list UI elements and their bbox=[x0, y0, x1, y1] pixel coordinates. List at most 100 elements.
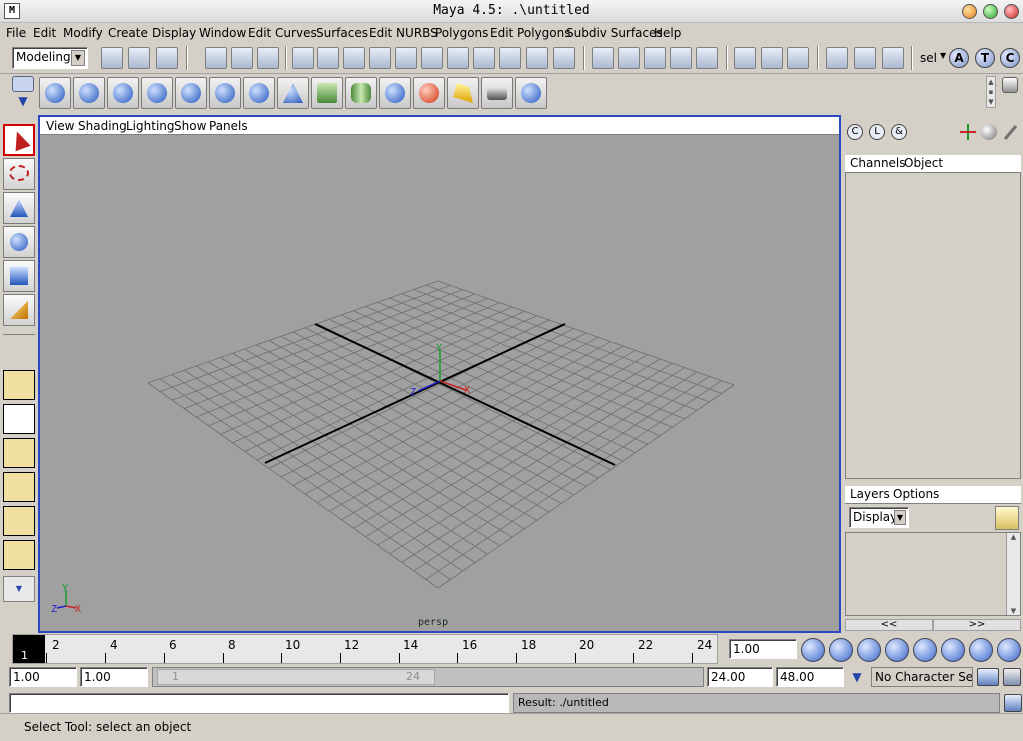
command-line-input[interactable] bbox=[9, 693, 509, 713]
hypergraph-perspective-layout-icon[interactable] bbox=[3, 506, 35, 536]
step-forward-frame-icon[interactable] bbox=[969, 638, 993, 662]
script-editor-icon[interactable] bbox=[1004, 694, 1022, 712]
end-time-field[interactable]: 48.00 bbox=[776, 667, 844, 687]
snap-curve-icon[interactable] bbox=[618, 47, 640, 69]
time-slider[interactable]: 1 2 4 6 8 10 12 14 16 18 20 22 24 bbox=[12, 634, 718, 664]
menu-set-dropdown[interactable]: Modeling ▼ bbox=[12, 47, 88, 69]
panel-menu-view[interactable]: View bbox=[46, 119, 74, 133]
select-rendering-icon[interactable] bbox=[473, 47, 495, 69]
range-slider[interactable]: 1 24 bbox=[152, 667, 704, 687]
menu-modify[interactable]: Modify bbox=[63, 26, 103, 40]
mask-menu-icon[interactable] bbox=[292, 47, 314, 69]
range-slider-thumb[interactable]: 1 24 bbox=[157, 669, 435, 685]
start-time-field[interactable]: 1.00 bbox=[9, 667, 77, 687]
layers-menu[interactable]: Layers bbox=[850, 487, 890, 501]
perspective-graph-hypergraph-layout-icon[interactable] bbox=[3, 540, 35, 570]
step-back-key-icon[interactable] bbox=[857, 638, 881, 662]
channel-box-body[interactable] bbox=[845, 173, 1021, 479]
loft-icon[interactable] bbox=[141, 77, 173, 109]
rebuild-curve-icon[interactable] bbox=[39, 77, 71, 109]
shelf-menu-icon[interactable]: ▼ bbox=[12, 94, 34, 108]
menu-create[interactable]: Create bbox=[108, 26, 148, 40]
panel-menu-show[interactable]: Show bbox=[174, 119, 206, 133]
menu-polygons[interactable]: Polygons bbox=[435, 26, 488, 40]
reverse-curve-icon[interactable] bbox=[73, 77, 105, 109]
chevron-down-icon[interactable]: ▼ bbox=[3, 576, 35, 602]
select-tool-icon[interactable] bbox=[3, 124, 35, 156]
channel-layer-toggle-icon[interactable]: & bbox=[891, 124, 907, 140]
play-backwards-icon[interactable] bbox=[885, 638, 909, 662]
save-scene-icon[interactable] bbox=[156, 47, 178, 69]
poly-cube-icon[interactable] bbox=[311, 77, 343, 109]
menu-help[interactable]: Help bbox=[654, 26, 681, 40]
character-set-menu[interactable]: No Character Set bbox=[871, 667, 973, 687]
planar-icon[interactable] bbox=[209, 77, 241, 109]
menu-file[interactable]: File bbox=[6, 26, 26, 40]
current-frame-marker[interactable]: 1 bbox=[13, 635, 45, 663]
shelf-editor-icon[interactable] bbox=[1002, 77, 1018, 93]
minimize-button[interactable] bbox=[962, 4, 977, 19]
nurbs-sphere-icon[interactable] bbox=[243, 77, 275, 109]
auto-key-icon[interactable] bbox=[977, 668, 999, 686]
extrude-icon[interactable] bbox=[107, 77, 139, 109]
go-to-start-icon[interactable] bbox=[801, 638, 825, 662]
snap-view-plane-icon[interactable] bbox=[670, 47, 692, 69]
chevron-down-icon[interactable]: ▼ bbox=[940, 51, 946, 60]
chevron-down-icon[interactable]: ▼ bbox=[894, 510, 906, 525]
poly-cylinder-icon[interactable] bbox=[345, 77, 377, 109]
render-globals-icon[interactable] bbox=[882, 47, 904, 69]
select-surfaces-icon[interactable] bbox=[395, 47, 417, 69]
lock-selection-icon[interactable] bbox=[526, 47, 548, 69]
shading-ball-icon[interactable] bbox=[981, 124, 997, 140]
menu-edit-curves[interactable]: Edit Curves bbox=[248, 26, 317, 40]
joint-tool-icon[interactable] bbox=[379, 77, 411, 109]
perspective-graph-layout-icon[interactable] bbox=[3, 472, 35, 502]
shelf-scrollbar[interactable]: ▲ ▪ ▼ bbox=[986, 76, 996, 108]
construction-history-icon[interactable] bbox=[787, 47, 809, 69]
make-live-icon[interactable] bbox=[696, 47, 718, 69]
rename-button[interactable]: C bbox=[1000, 48, 1020, 68]
current-time-field[interactable]: 1.00 bbox=[729, 639, 797, 659]
absolute-transform-button[interactable]: A bbox=[949, 48, 969, 68]
layer-list-scrollbar[interactable]: ▲ ▼ bbox=[1006, 533, 1020, 615]
select-dynamics-icon[interactable] bbox=[447, 47, 469, 69]
spot-light-icon[interactable] bbox=[447, 77, 479, 109]
select-deformations-icon[interactable] bbox=[421, 47, 443, 69]
quick-selection-label[interactable]: sel bbox=[920, 51, 937, 65]
go-to-end-icon[interactable] bbox=[997, 638, 1021, 662]
select-misc-icon[interactable] bbox=[499, 47, 521, 69]
scale-tool-icon[interactable] bbox=[3, 260, 35, 292]
select-object-icon[interactable] bbox=[231, 47, 253, 69]
maximize-button[interactable] bbox=[983, 4, 998, 19]
layer-type-dropdown[interactable]: Display ▼ bbox=[849, 507, 909, 528]
panel-menu-panels[interactable]: Panels bbox=[209, 119, 248, 133]
four-view-layout-icon[interactable] bbox=[3, 404, 35, 434]
select-curves-icon[interactable] bbox=[369, 47, 391, 69]
chevron-down-icon[interactable]: ▼ bbox=[848, 670, 866, 686]
close-button[interactable] bbox=[1004, 4, 1019, 19]
camera-icon[interactable] bbox=[481, 77, 513, 109]
layer-next-button[interactable]: >> bbox=[933, 619, 1021, 631]
menu-display[interactable]: Display bbox=[152, 26, 196, 40]
move-tool-icon[interactable] bbox=[3, 192, 35, 224]
perspective-outliner-layout-icon[interactable] bbox=[3, 438, 35, 468]
single-perspective-layout-icon[interactable] bbox=[3, 370, 35, 400]
particle-tool-icon[interactable] bbox=[515, 77, 547, 109]
layer-editor-toggle-icon[interactable]: L bbox=[869, 124, 885, 140]
revolve-icon[interactable] bbox=[175, 77, 207, 109]
snap-point-icon[interactable] bbox=[644, 47, 666, 69]
channel-box-toggle-icon[interactable]: C bbox=[847, 124, 863, 140]
play-forwards-icon[interactable] bbox=[913, 638, 937, 662]
chevron-down-icon[interactable]: ▼ bbox=[71, 50, 85, 66]
perspective-scene[interactable]: Y X Z Y X Z persp bbox=[40, 135, 839, 631]
new-scene-icon[interactable] bbox=[101, 47, 123, 69]
highlight-selection-icon[interactable] bbox=[553, 47, 575, 69]
panel-menu-lighting[interactable]: Lighting bbox=[126, 119, 175, 133]
manipulator-tool-icon[interactable] bbox=[3, 294, 35, 326]
menu-window[interactable]: Window bbox=[199, 26, 246, 40]
render-view-icon[interactable] bbox=[826, 47, 848, 69]
nurbs-cone-icon[interactable] bbox=[277, 77, 309, 109]
open-scene-icon[interactable] bbox=[128, 47, 150, 69]
manipulator-axis-icon[interactable] bbox=[960, 124, 976, 140]
select-handles-icon[interactable] bbox=[317, 47, 339, 69]
